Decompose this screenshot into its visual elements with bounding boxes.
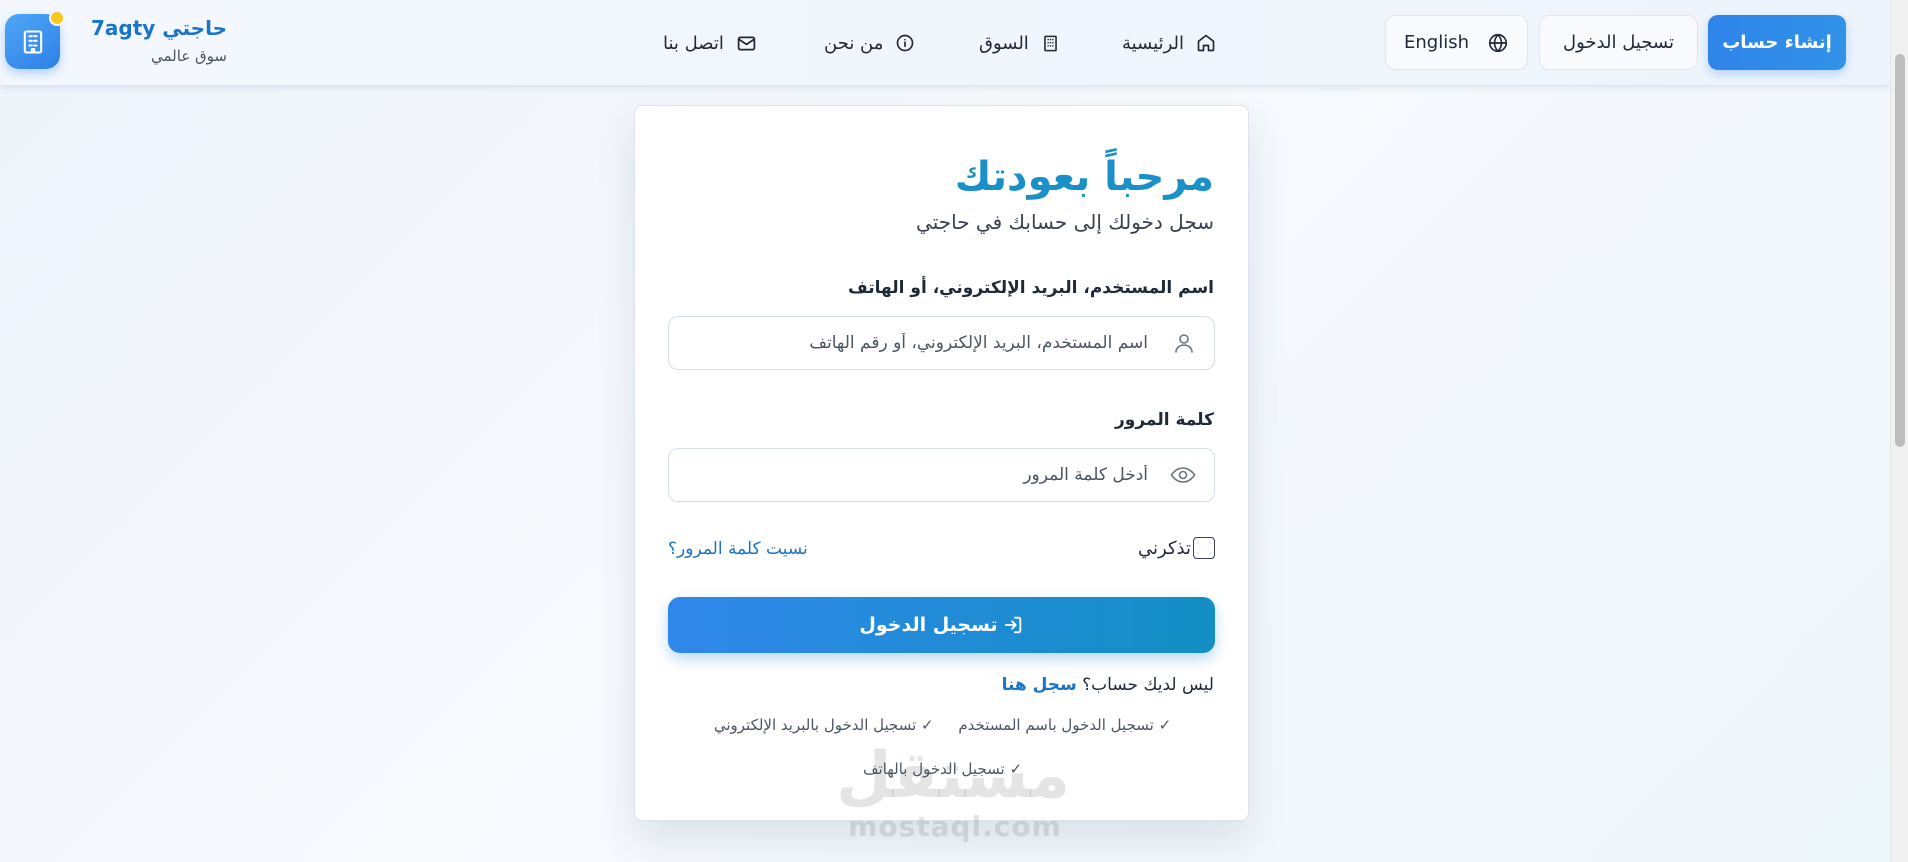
register-link[interactable]: سجل هنا bbox=[1002, 675, 1077, 695]
brand-tagline: سوق عالمي bbox=[151, 47, 227, 65]
nav-contact-label: اتصل بنا bbox=[663, 32, 724, 54]
identifier-field[interactable] bbox=[668, 316, 1215, 370]
login-method-item: ✓ تسجيل الدخول بالهاتف bbox=[862, 760, 1023, 778]
nav-home[interactable]: الرئيسية bbox=[1122, 30, 1216, 56]
eye-icon[interactable] bbox=[1170, 463, 1196, 491]
nav-home-label: الرئيسية bbox=[1122, 32, 1184, 54]
identifier-input[interactable] bbox=[708, 317, 1148, 368]
header-signup-label: إنشاء حساب bbox=[1722, 32, 1832, 53]
no-account-text: ليس لديك حساب؟ bbox=[1082, 675, 1214, 695]
register-prompt: ليس لديك حساب؟ سجل هنا bbox=[1002, 675, 1214, 695]
nav-about-label: من نحن bbox=[824, 32, 884, 54]
language-label: English bbox=[1404, 32, 1469, 53]
remember-label: تذكرني bbox=[1138, 537, 1191, 559]
header-login-label: تسجيل الدخول bbox=[1563, 32, 1674, 53]
brand-name: حاجتي 7agty bbox=[90, 16, 227, 40]
login-submit-label: تسجيل الدخول bbox=[859, 614, 998, 636]
sign-in-icon bbox=[1004, 616, 1021, 634]
password-input[interactable] bbox=[708, 449, 1148, 500]
header-login-button[interactable]: تسجيل الدخول bbox=[1539, 15, 1698, 70]
language-switcher[interactable]: English bbox=[1385, 15, 1528, 70]
login-submit-button[interactable]: تسجيل الدخول bbox=[668, 597, 1215, 653]
mail-icon bbox=[737, 36, 756, 50]
nav-about[interactable]: من نحن bbox=[824, 30, 915, 56]
page-title: مرحباً بعودتك bbox=[954, 154, 1214, 200]
login-methods: ✓ تسجيل الدخول باسم المستخدم ✓ تسجيل الد… bbox=[695, 714, 1190, 802]
login-method-item: ✓ تسجيل الدخول باسم المستخدم bbox=[958, 716, 1172, 734]
top-navbar: حاجتي 7agty سوق عالمي الرئيسية السوق من … bbox=[0, 0, 1890, 86]
remember-me[interactable]: تذكرني bbox=[1138, 537, 1215, 559]
info-icon bbox=[897, 34, 914, 52]
page-subtitle: سجل دخولك إلى حسابك في حاجتي bbox=[916, 210, 1214, 234]
page-scrollbar[interactable] bbox=[1890, 0, 1908, 862]
nav-market-label: السوق bbox=[979, 32, 1029, 54]
nav-contact[interactable]: اتصل بنا bbox=[663, 30, 757, 56]
forgot-password-link[interactable]: نسيت كلمة المرور؟ bbox=[668, 539, 808, 559]
brand-building-icon bbox=[5, 10, 65, 69]
user-icon bbox=[1172, 331, 1196, 359]
remember-checkbox[interactable] bbox=[1193, 537, 1215, 559]
notification-dot bbox=[49, 10, 65, 26]
scrollbar-thumb[interactable] bbox=[1895, 54, 1905, 447]
password-field[interactable] bbox=[668, 448, 1215, 502]
home-icon bbox=[1197, 34, 1215, 52]
password-label: كلمة المرور bbox=[1115, 410, 1214, 430]
brand-logo[interactable]: حاجتي 7agty سوق عالمي bbox=[5, 10, 227, 72]
login-card: مرحباً بعودتك سجل دخولك إلى حسابك في حاج… bbox=[634, 105, 1249, 821]
nav-market[interactable]: السوق bbox=[979, 30, 1060, 56]
login-method-item: ✓ تسجيل الدخول بالبريد الإلكتروني bbox=[713, 716, 934, 734]
header-signup-button[interactable]: إنشاء حساب bbox=[1708, 15, 1846, 70]
globe-icon bbox=[1488, 33, 1508, 52]
building-icon bbox=[1043, 35, 1057, 51]
identifier-label: اسم المستخدم، البريد الإلكتروني، أو الها… bbox=[848, 278, 1214, 298]
